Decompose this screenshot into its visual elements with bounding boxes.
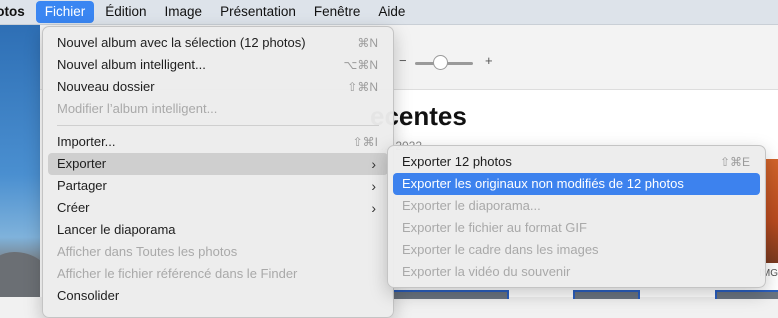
photo-thumbnail[interactable] xyxy=(392,290,509,299)
menu-item-label: Importer... xyxy=(57,134,116,149)
menu-item-label: Exporter le diaporama... xyxy=(402,198,541,213)
menu-item-export-gif: Exporter le fichier au format GIF xyxy=(393,217,760,239)
menu-item-edit-smart-album: Modifier l’album intelligent... xyxy=(48,98,388,120)
menu-item-label: Lancer le diaporama xyxy=(57,222,176,237)
file-menu: Nouvel album avec la sélection (12 photo… xyxy=(42,26,394,318)
chevron-right-icon: › xyxy=(371,178,376,194)
chevron-right-icon: › xyxy=(371,200,376,216)
menu-item-export[interactable]: Exporter › xyxy=(48,153,388,175)
zoom-out-icon[interactable]: − xyxy=(399,53,407,68)
menu-item-import[interactable]: Importer... ⇧⌘I xyxy=(48,131,388,153)
menubar-fenetre[interactable]: Fenêtre xyxy=(305,0,370,24)
menu-item-label: Consolider xyxy=(57,288,120,303)
menubar-edition[interactable]: Édition xyxy=(96,0,155,24)
menu-item-label: Exporter les originaux non modifiés de 1… xyxy=(402,176,684,191)
menu-item-label: Partager xyxy=(57,178,107,193)
menu-item-label: Afficher le fichier référencé dans le Fi… xyxy=(57,266,298,281)
menu-item-label: Créer xyxy=(57,200,90,215)
keyboard-shortcut: ⇧⌘N xyxy=(347,80,378,94)
menu-bar: hotos Fichier Édition Image Présentation… xyxy=(0,0,778,25)
menu-item-label: Afficher dans Toutes les photos xyxy=(57,244,238,259)
desktop-wallpaper xyxy=(0,25,50,297)
menu-item-export-unmodified-originals[interactable]: Exporter les originaux non modifiés de 1… xyxy=(393,173,760,195)
menu-item-new-folder[interactable]: Nouveau dossier ⇧⌘N xyxy=(48,76,388,98)
chevron-right-icon: › xyxy=(371,156,376,172)
keyboard-shortcut: ⇧⌘I xyxy=(352,135,378,149)
menu-separator xyxy=(57,125,379,126)
menu-item-label: Nouvel album intelligent... xyxy=(57,57,206,72)
keyboard-shortcut: ⇧⌘E xyxy=(719,155,750,169)
menubar-presentation[interactable]: Présentation xyxy=(211,0,305,24)
menu-item-consolidate[interactable]: Consolider xyxy=(48,285,388,307)
menubar-fichier[interactable]: Fichier xyxy=(35,1,95,23)
menu-item-label: Exporter la vidéo du souvenir xyxy=(402,264,571,279)
menu-item-play-slideshow[interactable]: Lancer le diaporama xyxy=(48,219,388,241)
photo-thumbnail[interactable] xyxy=(573,290,640,299)
menu-item-share[interactable]: Partager › xyxy=(48,175,388,197)
menu-item-label: Modifier l’album intelligent... xyxy=(57,101,218,116)
menu-item-new-album-selection[interactable]: Nouvel album avec la sélection (12 photo… xyxy=(48,32,388,54)
menu-item-show-referenced-file: Afficher le fichier référencé dans le Fi… xyxy=(48,263,388,285)
menu-item-label: Exporter xyxy=(57,156,107,171)
menu-item-export-frame: Exporter le cadre dans les images xyxy=(393,239,760,261)
keyboard-shortcut: ⌥⌘N xyxy=(343,58,379,72)
photo-thumbnail[interactable] xyxy=(764,159,778,263)
zoom-in-icon[interactable]: + xyxy=(485,53,493,68)
menu-item-new-smart-album[interactable]: Nouvel album intelligent... ⌥⌘N xyxy=(48,54,388,76)
menu-item-label: Nouveau dossier xyxy=(57,79,155,94)
keyboard-shortcut: ⌘N xyxy=(357,36,378,50)
menu-item-export-slideshow: Exporter le diaporama... xyxy=(393,195,760,217)
menubar-image[interactable]: Image xyxy=(156,0,212,24)
menu-item-label: Exporter le fichier au format GIF xyxy=(402,220,587,235)
menubar-aide[interactable]: Aide xyxy=(369,0,414,24)
photo-thumbnail[interactable] xyxy=(715,290,778,299)
export-submenu: Exporter 12 photos ⇧⌘E Exporter les orig… xyxy=(387,145,766,288)
menu-item-label: Exporter le cadre dans les images xyxy=(402,242,599,257)
menu-item-show-in-all-photos: Afficher dans Toutes les photos xyxy=(48,241,388,263)
menu-item-create[interactable]: Créer › xyxy=(48,197,388,219)
menubar-app-name[interactable]: hotos xyxy=(0,0,34,24)
menu-item-label: Exporter 12 photos xyxy=(402,154,512,169)
menu-item-label: Nouvel album avec la sélection (12 photo… xyxy=(57,35,306,50)
zoom-slider-knob[interactable] xyxy=(433,55,448,70)
menu-item-export-memory-video: Exporter la vidéo du souvenir xyxy=(393,261,760,283)
menu-item-export-photos[interactable]: Exporter 12 photos ⇧⌘E xyxy=(393,151,760,173)
